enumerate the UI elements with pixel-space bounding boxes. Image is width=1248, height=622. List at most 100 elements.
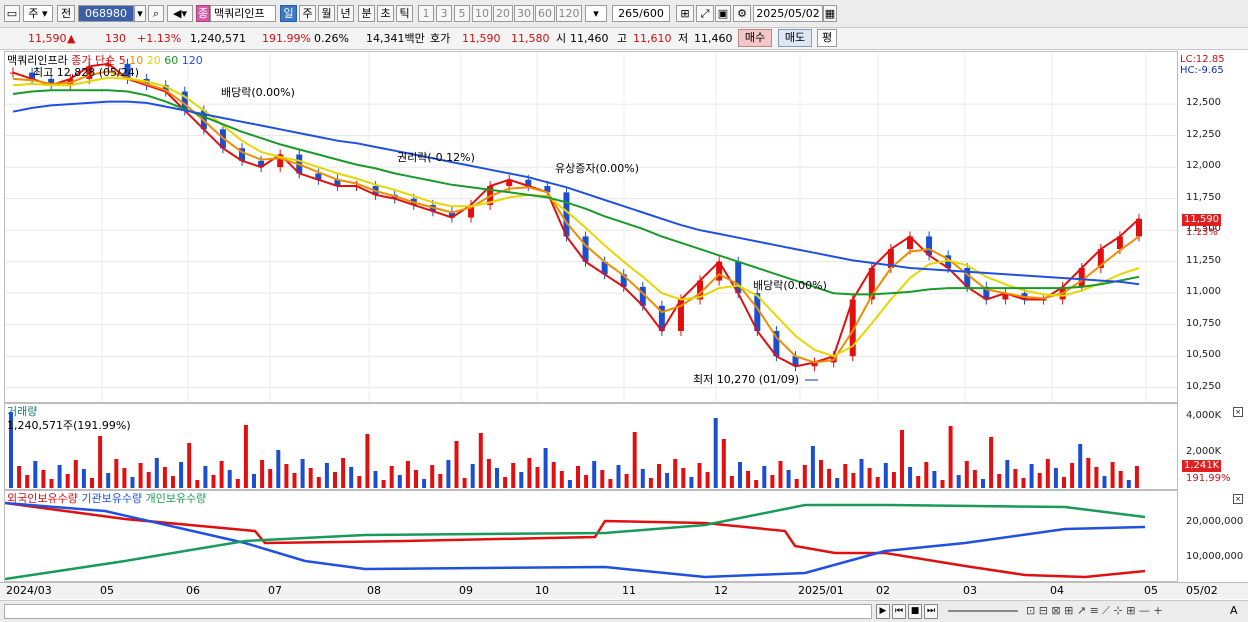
code-input[interactable]: 068980 — [78, 5, 134, 22]
volume-bar — [438, 474, 443, 488]
ma-line-20 — [12, 76, 1140, 358]
period-tab-day[interactable]: 일 — [280, 5, 297, 22]
period-tab-tick[interactable]: 틱 — [396, 5, 413, 22]
price-ytick-label: 12,000 — [1186, 160, 1221, 172]
volume-bar — [819, 460, 823, 488]
forward-icon[interactable]: ⏭ — [924, 604, 938, 619]
volume-bar — [535, 467, 540, 488]
volume-bar — [1062, 477, 1066, 488]
save-icon[interactable]: ▣ — [715, 5, 731, 22]
price-ytick-label: 11,750 — [1186, 191, 1221, 203]
volume-bar — [916, 476, 921, 488]
period-tab-week[interactable]: 주 — [299, 5, 316, 22]
xtick-09: 09 — [459, 584, 473, 597]
volume-bar — [333, 472, 337, 488]
x-axis: 2024/03 05 06 07 08 09 10 11 12 2025/01 … — [0, 582, 1248, 599]
chart-tool-icon[interactable]: ⊞ — [676, 5, 694, 22]
volume-bar — [1053, 468, 1058, 488]
chart-mode-icons[interactable]: ⊡ ⊟ ⊠ ⊞ ↗ ≡ ⟋ ⊹ ⊞ — + — [1026, 604, 1226, 618]
volume-bar — [179, 462, 184, 488]
volume-bar — [802, 465, 807, 488]
rewind-icon[interactable]: ⏮ — [892, 604, 906, 619]
volume-bar — [324, 463, 329, 488]
play-icon[interactable]: ▶ — [876, 604, 890, 619]
search-icon[interactable]: ⌕ — [148, 5, 164, 22]
volume-bar — [495, 468, 499, 488]
xtick-06: 06 — [186, 584, 200, 597]
volume-bar — [592, 461, 597, 488]
calendar-icon[interactable]: ▦ — [823, 5, 837, 22]
minute-tab-10[interactable]: 10 — [472, 5, 492, 22]
speaker-icon[interactable]: ◀▾ — [167, 5, 193, 22]
xtick-2025-01: 2025/01 — [798, 584, 844, 597]
volume-close-icon[interactable]: × — [1233, 407, 1243, 417]
volume-bar — [972, 470, 977, 488]
minute-tab-3[interactable]: 3 — [436, 5, 452, 22]
low-label: 저 — [678, 32, 689, 45]
volume-chart-svg — [9, 412, 1139, 488]
type-select[interactable]: 주 ▾ — [23, 5, 53, 22]
minute-tab-5[interactable]: 5 — [454, 5, 470, 22]
price-ytick-label: 10,750 — [1186, 317, 1221, 329]
minute-tab-30[interactable]: 30 — [514, 5, 534, 22]
volume-bar — [349, 467, 354, 488]
period-tab-year[interactable]: 년 — [337, 5, 354, 22]
scroll-track[interactable] — [4, 604, 872, 619]
volume-panel[interactable]: 거래량 1,240,571주(191.99%) — [4, 403, 1178, 490]
holding-close-icon[interactable]: × — [1233, 494, 1243, 504]
volume-bar — [187, 443, 192, 488]
period-tab-minute[interactable]: 분 — [358, 5, 375, 22]
chart-scroll-bar[interactable]: ▶ ⏮ ■ ⏭ ⊡ ⊟ ⊠ ⊞ ↗ ≡ ⟋ ⊹ ⊞ — + A — [0, 600, 1248, 622]
prev-button[interactable]: 전 — [57, 5, 75, 22]
period-tab-second[interactable]: 초 — [377, 5, 394, 22]
hc-label: HC:-9.65 — [1180, 65, 1224, 76]
minute-tab-20[interactable]: 20 — [493, 5, 513, 22]
volume-bar — [956, 475, 961, 488]
high-price: 11,610 — [633, 32, 672, 45]
volume-bar — [106, 473, 111, 488]
holding-panel[interactable]: 외국인보유수량 기관보유수량 개인보유수량 — [4, 490, 1178, 582]
drawing-tool-icon[interactable]: ⤢ — [696, 5, 714, 22]
volume-bar — [746, 471, 751, 488]
volume-bar — [948, 426, 953, 488]
volume-bar — [543, 448, 548, 488]
custom-period-dropdown[interactable]: ▾ — [585, 5, 607, 22]
price-chart-panel[interactable]: 맥쿼리인프라 종가 단순 5 10 20 60 120 최고 12,828 (0… — [4, 51, 1178, 403]
font-size-icon[interactable]: A — [1230, 604, 1238, 618]
xtick-08: 08 — [367, 584, 381, 597]
volume-bar — [373, 471, 378, 488]
volume-last-tag: 1,241K — [1182, 460, 1222, 472]
legend-ma-120: 120 — [181, 54, 203, 67]
window-menu-icon[interactable]: ▭ — [4, 5, 20, 22]
stop-icon[interactable]: ■ — [908, 604, 922, 619]
eval-button[interactable]: 평 — [817, 29, 837, 47]
code-dropdown-icon[interactable]: ▾ — [134, 5, 146, 22]
volume-bar — [851, 473, 856, 488]
volume-bar — [195, 480, 200, 488]
holding-legend: 외국인보유수량 기관보유수량 개인보유수량 — [7, 492, 206, 505]
minute-tab-120[interactable]: 120 — [556, 5, 582, 22]
volume-bar — [600, 470, 605, 488]
volume-bar — [681, 468, 686, 488]
date-input[interactable]: 2025/05/02 — [753, 5, 823, 22]
period-tab-month[interactable]: 월 — [318, 5, 335, 22]
buy-button[interactable]: 매수 — [738, 29, 772, 47]
volume-bar — [130, 477, 135, 488]
sell-button[interactable]: 매도 — [778, 29, 812, 47]
price-ytick-label: 11,000 — [1186, 286, 1221, 298]
minute-tab-60[interactable]: 60 — [535, 5, 555, 22]
count-input[interactable]: 265/600 — [612, 5, 670, 22]
zoom-slider[interactable] — [948, 610, 1018, 612]
price-ytick-label: 10,250 — [1186, 380, 1221, 392]
minute-tab-1[interactable]: 1 — [418, 5, 434, 22]
volume-bar — [624, 474, 629, 488]
volume-bar — [689, 477, 694, 488]
volume-bar — [770, 475, 775, 488]
legend-ma-60: 60 — [164, 54, 179, 67]
stock-name: 맥쿼리인프 — [210, 5, 276, 22]
current-price: 11,590 — [28, 32, 67, 45]
gear-icon[interactable]: ⚙ — [733, 5, 751, 22]
volume-bar — [462, 478, 467, 488]
volume-bar — [284, 464, 289, 488]
volume-bar — [203, 466, 208, 488]
